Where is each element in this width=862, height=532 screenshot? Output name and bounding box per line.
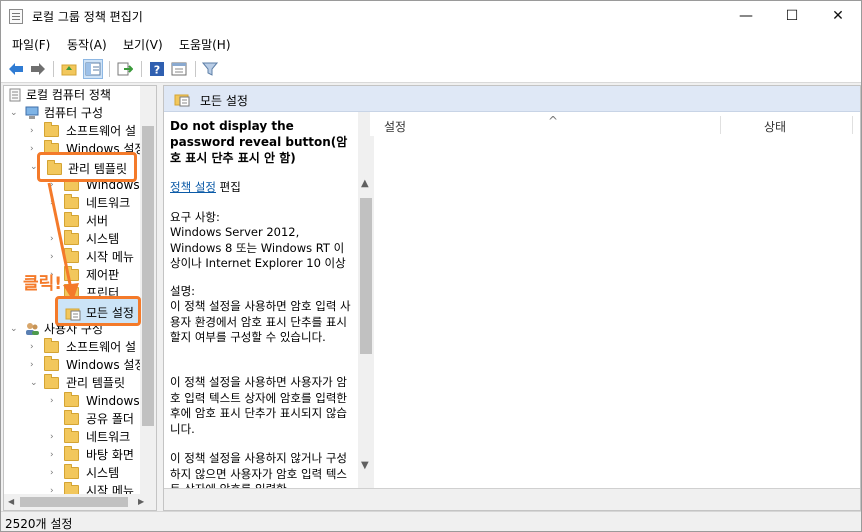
expand-chevron-icon[interactable]: › xyxy=(50,464,60,482)
description-label: 설명: xyxy=(170,284,196,298)
expand-chevron-icon[interactable]: › xyxy=(30,356,40,374)
collapse-chevron-icon[interactable]: ⌄ xyxy=(10,104,20,122)
details-header-title: 모든 설정 xyxy=(200,94,248,108)
scroll-up-icon[interactable]: ▲ xyxy=(361,178,369,189)
tree-item-label: 바탕 화면 xyxy=(86,448,134,462)
expand-chevron-icon[interactable]: › xyxy=(30,122,40,140)
folder-icon xyxy=(64,392,79,407)
tree-item-label: 관리 템플릿 xyxy=(68,162,128,176)
all-settings-folder-icon xyxy=(65,308,81,321)
menu-file[interactable]: 파일(F) xyxy=(12,36,50,53)
collapse-chevron-icon[interactable]: ⌄ xyxy=(10,320,20,338)
tree-item-label: 시작 메뉴 xyxy=(86,250,134,264)
expand-chevron-icon[interactable]: › xyxy=(50,428,60,446)
toolbar: ? xyxy=(1,55,861,83)
tree-horizontal-scrollbar[interactable]: ◀ ▶ xyxy=(4,494,156,510)
forward-arrow-icon[interactable] xyxy=(28,59,48,79)
scroll-right-icon[interactable]: ▶ xyxy=(138,497,144,506)
settings-list-header: 설정 ^ 상태 xyxy=(370,112,860,136)
menu-action[interactable]: 동작(A) xyxy=(67,36,107,53)
tree-item-label: Windows 설정 xyxy=(66,358,146,372)
all-settings-folder-icon xyxy=(174,94,190,107)
expand-chevron-icon[interactable]: › xyxy=(50,392,60,410)
users-icon xyxy=(26,323,39,335)
tree-item-label: 소프트웨어 설 xyxy=(66,340,137,354)
export-list-icon[interactable] xyxy=(115,59,135,79)
click-callout: 클릭! xyxy=(23,274,63,294)
collapse-chevron-icon[interactable]: ⌄ xyxy=(30,374,40,392)
policy-document-icon xyxy=(9,88,21,102)
folder-icon xyxy=(44,338,59,353)
maximize-button[interactable]: ☐ xyxy=(769,1,815,31)
properties-icon[interactable] xyxy=(169,59,189,79)
up-folder-icon[interactable] xyxy=(59,59,79,79)
details-pane: 모든 설정 Do not display the password reveal… xyxy=(163,85,861,511)
menu-help[interactable]: 도움말(H) xyxy=(179,36,231,53)
status-settings-count: 2520개 설정 xyxy=(5,517,73,531)
title-bar: 로컬 그룹 정책 편집기 — ☐ ✕ xyxy=(1,1,861,31)
window: 로컬 그룹 정책 편집기 — ☐ ✕ 파일(F) 동작(A) 보기(V) 도움말… xyxy=(0,0,862,532)
tree-item-label: 로컬 컴퓨터 정책 xyxy=(26,88,111,102)
show-hide-tree-icon[interactable] xyxy=(83,59,103,79)
tree-item-label: 제어판 xyxy=(86,268,120,282)
description-scroll-thumb[interactable] xyxy=(360,198,372,354)
folder-icon xyxy=(44,122,59,137)
close-button[interactable]: ✕ xyxy=(815,1,861,31)
requirements-label: 요구 사항: xyxy=(170,210,220,224)
edit-policy-link[interactable]: 정책 설정 xyxy=(170,180,216,194)
details-header: 모든 설정 xyxy=(164,86,860,112)
tree-item-label: 서버 xyxy=(86,214,109,228)
sort-ascending-icon: ^ xyxy=(548,114,559,128)
folder-icon xyxy=(64,410,79,425)
edit-suffix: 편집 xyxy=(219,180,241,194)
tree-item-label: 컴퓨터 구성 xyxy=(44,106,104,120)
folder-icon xyxy=(64,428,79,443)
back-arrow-icon[interactable] xyxy=(6,59,26,79)
computer-icon xyxy=(25,106,39,119)
folder-icon xyxy=(44,374,59,389)
tree-item-label: 시스템 xyxy=(86,466,120,480)
tree-item-label: 네트워크 xyxy=(86,196,131,210)
help-icon[interactable]: ? xyxy=(147,59,167,79)
tree-item-label: 모든 설정 xyxy=(86,306,134,320)
expand-chevron-icon[interactable]: › xyxy=(50,446,60,464)
folder-icon xyxy=(44,356,59,371)
tree-item-label: 소프트웨어 설 xyxy=(66,124,137,138)
tree-item-label: Windows xyxy=(86,394,140,408)
description-scrollbar[interactable]: ▲ ▼ xyxy=(358,112,374,492)
column-header-setting[interactable]: 설정 xyxy=(384,118,406,135)
folder-icon xyxy=(64,464,79,479)
policy-title: Do not display the password reveal butto… xyxy=(170,119,348,165)
filter-icon[interactable] xyxy=(200,59,220,79)
tree-item-label: 네트워크 xyxy=(86,430,131,444)
requirements-text: Windows Server 2012, Windows 8 또는 Window… xyxy=(170,225,346,270)
scroll-left-icon[interactable]: ◀ xyxy=(8,497,14,506)
svg-text:?: ? xyxy=(154,64,160,77)
folder-icon xyxy=(47,160,62,175)
tree-item-label: 시스템 xyxy=(86,232,120,246)
tree-vertical-scrollbar[interactable] xyxy=(140,86,156,494)
tree-item-label: 관리 템플릿 xyxy=(66,376,126,390)
highlight-admin-templates[interactable]: 관리 템플릿 xyxy=(37,152,137,182)
scroll-down-icon[interactable]: ▼ xyxy=(361,460,369,471)
tree-hscroll-thumb[interactable] xyxy=(20,497,128,507)
menu-bar: 파일(F) 동작(A) 보기(V) 도움말(H) xyxy=(1,31,861,55)
highlight-all-settings[interactable]: 모든 설정 xyxy=(55,296,141,326)
description-paragraph-2: 이 정책 설정을 사용하면 사용자가 암호 입력 텍스트 상자에 암호를 입력한… xyxy=(170,375,347,436)
menu-view[interactable]: 보기(V) xyxy=(123,36,163,53)
details-bottom-bar xyxy=(164,488,860,510)
tree-scroll-thumb[interactable] xyxy=(142,126,154,426)
expand-chevron-icon[interactable]: › xyxy=(30,338,40,356)
edit-line: 정책 설정 편집 xyxy=(170,180,352,196)
window-title: 로컬 그룹 정책 편집기 xyxy=(32,10,143,24)
column-header-status[interactable]: 상태 xyxy=(764,118,786,135)
description-paragraph-1: 이 정책 설정을 사용하면 암호 입력 사용자 환경에서 암호 표시 단추를 표… xyxy=(170,299,351,344)
tree-item-label: 공유 폴더 xyxy=(86,412,134,426)
policy-description-panel: Do not display the password reveal butto… xyxy=(164,112,362,496)
status-bar: 2520개 설정 xyxy=(1,511,861,531)
minimize-button[interactable]: — xyxy=(723,1,769,31)
folder-icon xyxy=(64,446,79,461)
policy-editor-app-icon xyxy=(9,9,23,24)
